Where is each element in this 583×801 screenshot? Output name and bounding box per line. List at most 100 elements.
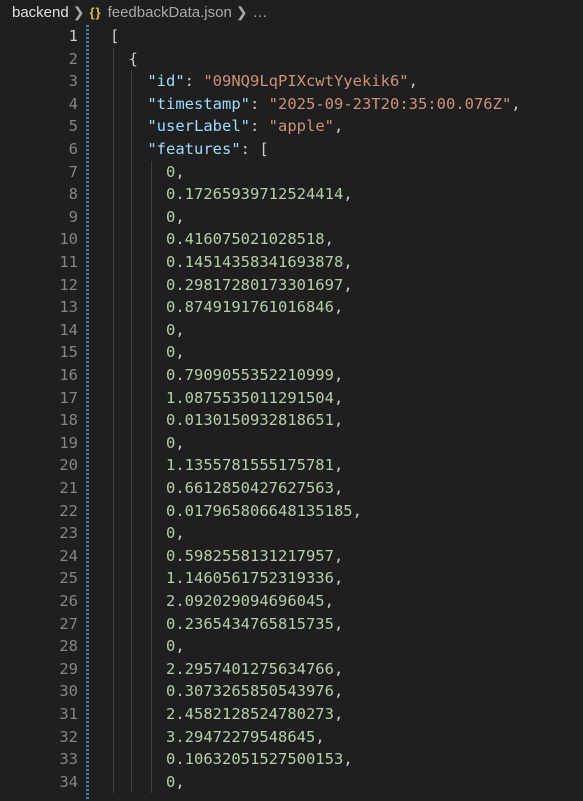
code-text: 0.5982558131217957, — [110, 545, 343, 568]
token-punc — [110, 298, 166, 316]
token-punc: , — [175, 343, 185, 362]
indent-guide-line — [113, 47, 114, 794]
token-num: 2.2957401275634766 — [166, 659, 334, 678]
token-num: 0.0130150932818651 — [166, 411, 334, 430]
code-text: "timestamp": "2025-09-23T20:35:00.076Z", — [110, 93, 520, 116]
line-number: 30 — [59, 682, 78, 701]
line-number: 33 — [59, 750, 78, 769]
breadcrumb-folder[interactable]: backend — [12, 4, 69, 21]
code-text: 0.017965806648135185, — [110, 500, 362, 523]
line-number: 7 — [68, 162, 78, 181]
token-str: "2025-09-23T20:35:00.076Z" — [268, 94, 512, 113]
token-punc: : — [184, 72, 204, 91]
token-punc: , — [315, 727, 325, 746]
indent-guide-line — [151, 160, 152, 794]
line-number: 11 — [59, 253, 78, 271]
token-punc: , — [333, 682, 344, 701]
token-num: 2.092029094696045 — [166, 592, 325, 610]
token-num: 0.17265939712524414 — [166, 185, 344, 204]
token-punc: , — [333, 388, 344, 407]
token-punc: , — [175, 772, 185, 791]
token-punc: : [ — [240, 140, 269, 158]
token-punc: [ — [110, 27, 120, 45]
indent-guide — [86, 25, 89, 801]
line-number: 4 — [68, 94, 78, 113]
token-punc — [110, 637, 166, 655]
token-num: 0.6612850427627563 — [166, 479, 334, 497]
token-num: 1.1460561752319336 — [166, 569, 334, 588]
token-punc — [110, 276, 166, 294]
token-num: 0.8749191761016846 — [166, 298, 334, 317]
token-punc: , — [343, 185, 353, 204]
token-punc — [110, 343, 166, 361]
token-key: "userLabel" — [147, 117, 250, 136]
code-text: 0.7909055352210999, — [110, 364, 343, 387]
breadcrumb-file[interactable]: feedbackData.json — [108, 4, 232, 21]
token-punc — [110, 208, 166, 226]
token-punc — [110, 140, 147, 158]
token-punc: , — [333, 569, 344, 588]
line-number: 17 — [59, 388, 78, 407]
indent-guide-line — [131, 70, 132, 794]
line-number: 14 — [59, 320, 78, 339]
line-number: 8 — [68, 185, 78, 204]
token-punc — [110, 547, 166, 565]
line-number: 29 — [59, 659, 78, 678]
token-num: 0.14514358341693878 — [166, 253, 344, 271]
code-text: 2.2957401275634766, — [110, 658, 343, 681]
line-number: 2 — [68, 49, 78, 68]
token-punc: : — [249, 94, 269, 113]
token-num: 0.017965806648135185 — [166, 501, 353, 520]
breadcrumb-more[interactable]: … — [253, 4, 268, 21]
code-text: 0, — [110, 161, 185, 184]
code-text: 1.1460561752319336, — [110, 567, 343, 590]
token-punc: , — [333, 366, 344, 384]
code-text: 0.6612850427627563, — [110, 477, 343, 500]
code-text: 3.29472279548645, — [110, 726, 325, 749]
token-punc — [110, 592, 166, 610]
line-number: 24 — [59, 546, 78, 565]
code-text: 1.1355781555175781, — [110, 454, 343, 477]
token-punc: { — [110, 49, 138, 68]
token-punc: , — [343, 253, 353, 271]
token-punc: , — [175, 637, 185, 656]
token-punc: , — [333, 705, 344, 723]
token-punc — [110, 230, 166, 248]
token-punc: , — [343, 750, 353, 769]
code-text: 0, — [110, 771, 185, 794]
line-number: 3 — [68, 72, 78, 91]
line-number: 9 — [68, 207, 78, 226]
code-text: 0.416075021028518, — [110, 228, 334, 251]
code-text: 0.0130150932818651, — [110, 409, 343, 432]
code-text: 0, — [110, 319, 185, 342]
token-punc: , — [343, 275, 353, 294]
chevron-right-icon: ❯ — [72, 4, 85, 20]
token-key: "timestamp" — [147, 94, 250, 113]
code-text: 0, — [110, 635, 185, 658]
token-num: 0.29817280173301697 — [166, 275, 344, 294]
token-punc: , — [352, 501, 362, 520]
line-number: 31 — [59, 705, 78, 723]
token-punc — [110, 411, 166, 429]
token-punc — [110, 750, 166, 768]
code-text: 1.0875535011291504, — [110, 387, 343, 410]
line-number: 13 — [59, 298, 78, 317]
code-text: 2.4582128524780273, — [110, 703, 343, 726]
line-number: 10 — [59, 230, 78, 249]
token-punc — [110, 524, 166, 542]
token-punc — [110, 185, 166, 203]
code-text: 0, — [110, 522, 185, 545]
code-text: "id": "09NQ9LqPIXcwtYyekik6", — [110, 70, 418, 93]
token-punc — [110, 479, 166, 497]
code-text: 0, — [110, 341, 185, 364]
token-num: 1.1355781555175781 — [166, 456, 334, 475]
token-punc — [110, 163, 166, 181]
token-key: "id" — [147, 72, 185, 91]
token-punc — [110, 434, 166, 452]
code-text: "userLabel": "apple", — [110, 115, 343, 138]
token-punc — [110, 321, 166, 339]
token-punc: , — [333, 546, 344, 565]
token-punc — [110, 253, 166, 271]
code-text: 0, — [110, 432, 185, 455]
token-punc — [110, 705, 166, 723]
